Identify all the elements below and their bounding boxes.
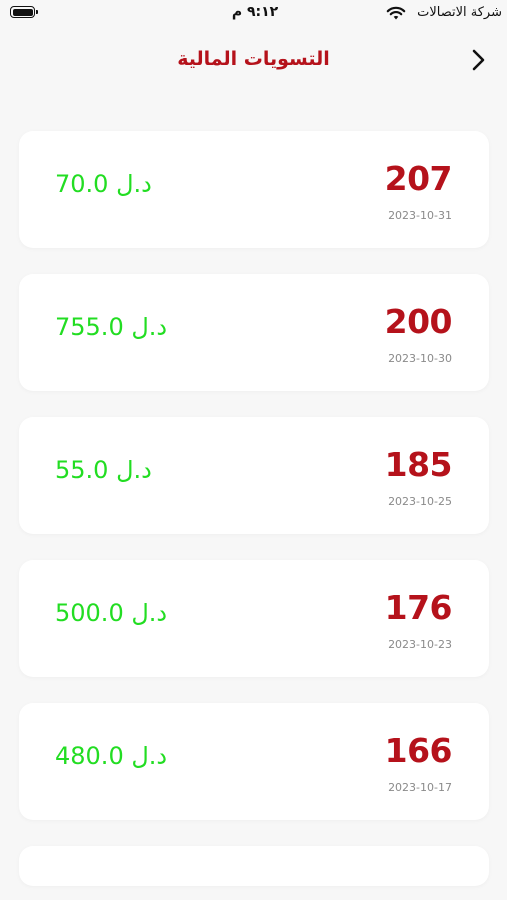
page-title: التسويات المالية — [177, 48, 330, 70]
settlement-amount: 755.0 د.ل — [55, 313, 168, 341]
settlement-number: 200 — [384, 302, 453, 341]
status-time: ٩:١٢ م — [231, 4, 279, 20]
settlement-date: 2023-10-25 — [388, 495, 452, 508]
settlements-list: 207 2023-10-31 70.0 د.ل 200 2023-10-30 7… — [19, 131, 489, 886]
carrier-name: شركة الاتصالات — [417, 5, 502, 20]
settlement-amount: 70.0 د.ل — [55, 170, 152, 198]
settlement-card[interactable]: 200 2023-10-30 755.0 د.ل — [19, 274, 489, 391]
settlement-date: 2023-10-30 — [388, 352, 452, 365]
settlement-number: 185 — [384, 445, 453, 484]
settlement-card-partial[interactable] — [19, 846, 489, 886]
status-bar: ٩:١٢ م شركة الاتصالات — [0, 0, 507, 30]
wifi-icon — [386, 6, 406, 20]
settlement-amount: 500.0 د.ل — [55, 599, 168, 627]
settlement-amount: 480.0 د.ل — [55, 742, 168, 770]
battery-icon — [10, 6, 38, 18]
settlement-number: 166 — [384, 731, 453, 770]
settlement-date: 2023-10-17 — [388, 781, 452, 794]
settlement-card[interactable]: 176 2023-10-23 500.0 د.ل — [19, 560, 489, 677]
settlement-number: 207 — [384, 159, 453, 198]
settlement-card[interactable]: 207 2023-10-31 70.0 د.ل — [19, 131, 489, 248]
settlement-number: 176 — [384, 588, 453, 627]
settlement-card[interactable]: 166 2023-10-17 480.0 د.ل — [19, 703, 489, 820]
header: التسويات المالية — [0, 40, 507, 80]
settlement-amount: 55.0 د.ل — [55, 456, 152, 484]
settlement-date: 2023-10-31 — [388, 209, 452, 222]
chevron-right-icon[interactable] — [467, 46, 491, 74]
settlement-date: 2023-10-23 — [388, 638, 452, 651]
settlement-card[interactable]: 185 2023-10-25 55.0 د.ل — [19, 417, 489, 534]
